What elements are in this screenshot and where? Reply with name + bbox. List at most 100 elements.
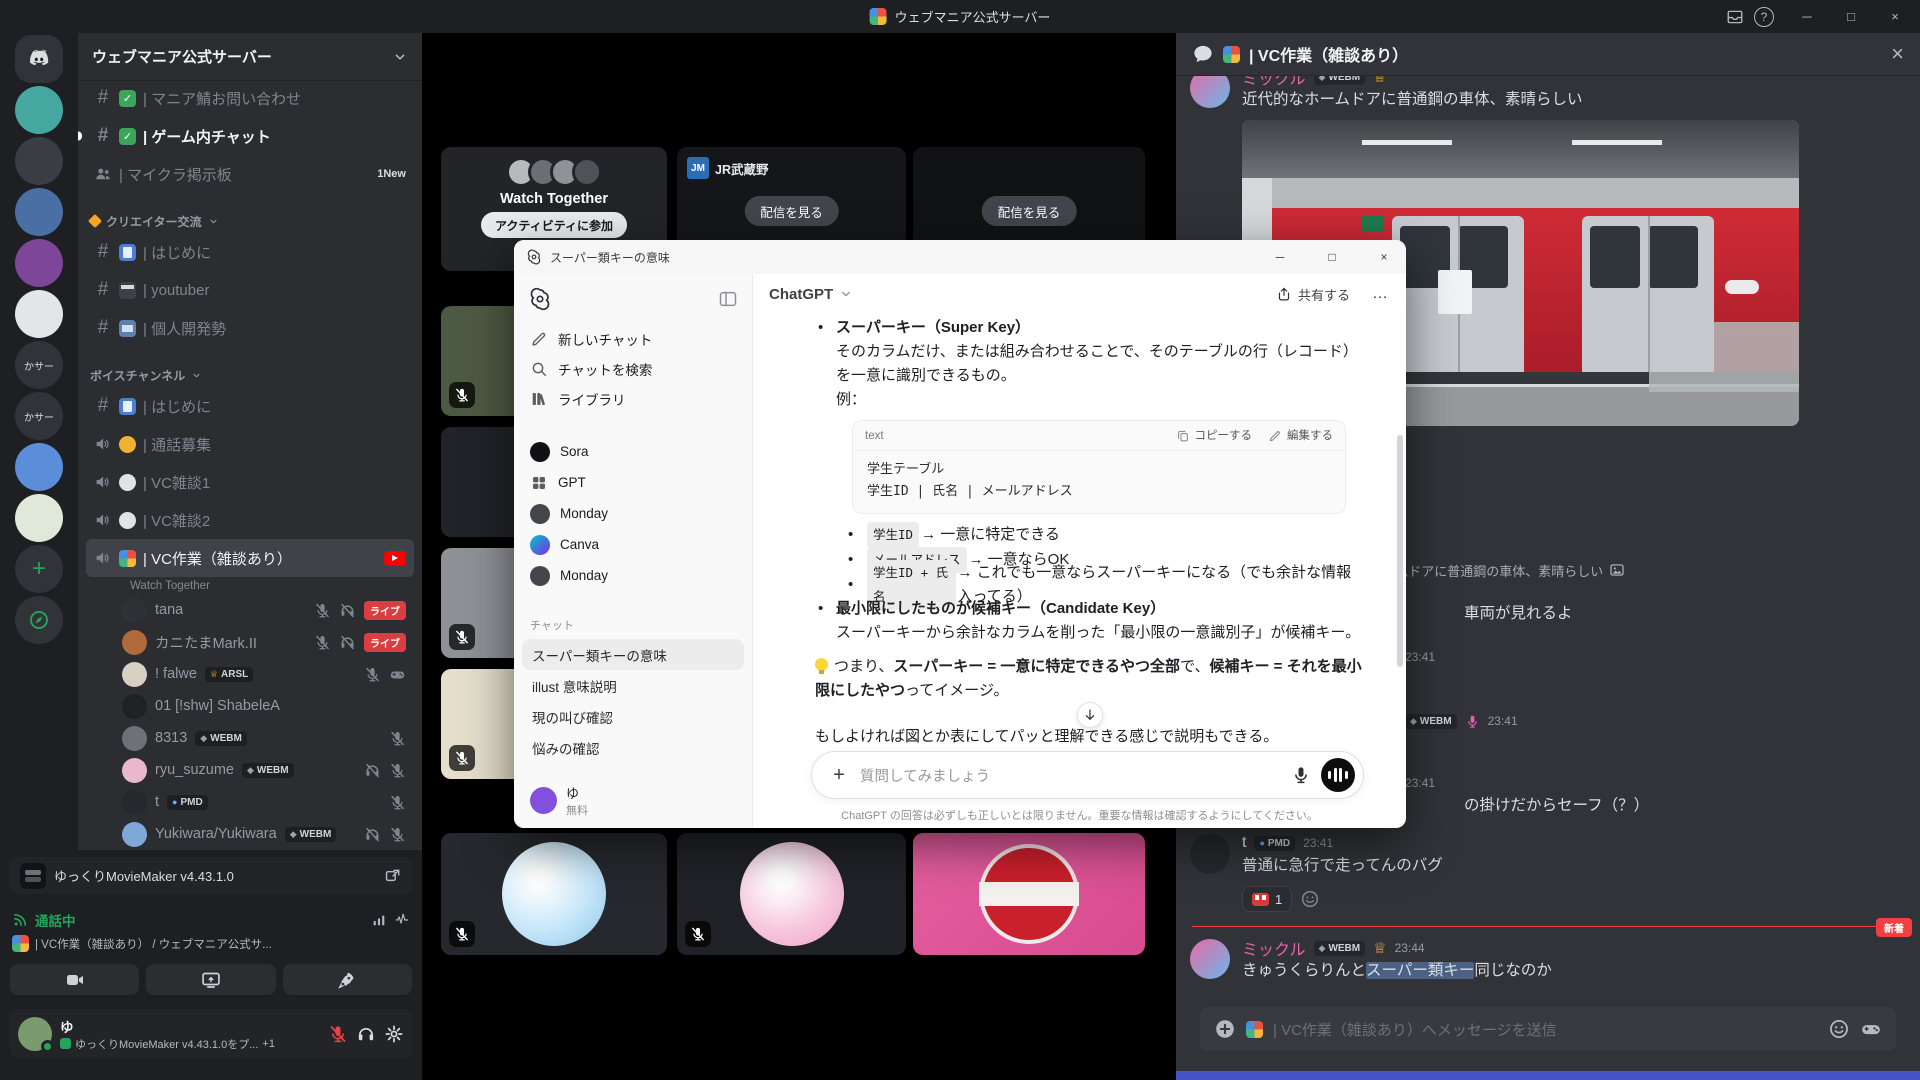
close-panel-button[interactable]: × — [1891, 41, 1904, 67]
voice-member[interactable]: 8313◆WEBM — [86, 722, 414, 754]
server-icon[interactable] — [15, 137, 63, 185]
deafen-button[interactable] — [356, 1024, 376, 1044]
chat-history-item[interactable]: 悩みの確認 — [522, 732, 744, 763]
sidebar-item-pencil[interactable]: 新しいチャット — [522, 324, 744, 354]
sidebar-app-canva[interactable]: Canva — [522, 529, 744, 560]
sidebar-app-gpt[interactable]: GPT — [522, 467, 744, 498]
server-icon[interactable] — [15, 239, 63, 287]
channel-item[interactable]: | 通話募集 — [86, 425, 414, 463]
settings-button[interactable] — [384, 1024, 404, 1044]
edit-code-button[interactable]: 編集する — [1268, 424, 1333, 448]
channel-item[interactable]: #| はじめに — [86, 387, 414, 425]
attach-button[interactable] — [1214, 1018, 1236, 1040]
minimize-button[interactable]: ─ — [1786, 0, 1828, 33]
voice-member[interactable]: t●PMD — [86, 786, 414, 818]
server-icon[interactable]: かサー — [15, 341, 63, 389]
close-button[interactable]: × — [1874, 0, 1916, 33]
close-button[interactable]: × — [1362, 240, 1406, 274]
chat-history-item[interactable]: スーパー類キーの意味 — [522, 639, 744, 670]
server-icon[interactable] — [15, 443, 63, 491]
channel-item[interactable]: | VC雑談2 — [86, 501, 414, 539]
screenshare-button[interactable] — [146, 964, 275, 995]
add-attachment-button[interactable]: + — [828, 764, 850, 787]
account-button[interactable]: ゆ 無料 — [522, 780, 744, 820]
message-input[interactable]: | VC作業（雑談あり）へメッセージを送信 — [1200, 1007, 1896, 1051]
minimize-button[interactable]: ─ — [1258, 240, 1302, 274]
explore-servers-button[interactable] — [15, 596, 63, 644]
voice-member[interactable]: カニたまMark.IIライブ — [86, 626, 414, 658]
voice-member[interactable]: 01 [!shw] ShabeleA — [86, 690, 414, 722]
maximize-button[interactable]: □ — [1830, 0, 1872, 33]
popout-icon[interactable] — [384, 867, 402, 885]
camera-button[interactable] — [10, 964, 139, 995]
voice-member[interactable]: ! falwe♕ARSL — [86, 658, 414, 690]
video-tile[interactable] — [677, 833, 906, 955]
server-header[interactable]: ウェブマニア公式サーバー — [78, 33, 422, 81]
sidebar-item-search[interactable]: チャットを検索 — [522, 354, 744, 384]
copy-code-button[interactable]: コピーする — [1176, 424, 1253, 448]
collapse-sidebar-icon[interactable] — [718, 289, 738, 309]
reaction-pill[interactable]: 1 — [1242, 886, 1292, 912]
chat-history-item[interactable]: 現の叫び確認 — [522, 701, 744, 732]
channel-item[interactable]: | VC作業（雑談あり） — [86, 539, 414, 577]
signal-icon[interactable] — [371, 912, 387, 928]
more-options-button[interactable]: … — [1372, 286, 1390, 302]
category-header[interactable]: クリエイター交流 — [86, 209, 414, 233]
gif-button[interactable] — [1860, 1018, 1882, 1040]
share-button[interactable]: 共有する — [1276, 285, 1350, 304]
dictate-button[interactable] — [1291, 765, 1311, 785]
maximize-button[interactable]: □ — [1310, 240, 1354, 274]
avatar[interactable] — [18, 1017, 52, 1051]
watch-stream-button[interactable]: 配信を見る — [744, 196, 839, 226]
join-activity-button[interactable]: アクティビティに参加 — [481, 212, 627, 238]
voice-member[interactable]: tanaライブ — [86, 594, 414, 626]
scrollbar[interactable] — [1397, 435, 1403, 667]
server-icon[interactable]: かサー — [15, 392, 63, 440]
channel-item[interactable]: #✓| マニア鯖お問い合わせ — [86, 79, 414, 117]
activities-button[interactable] — [283, 964, 412, 995]
avatar — [530, 787, 557, 814]
prompt-input[interactable]: + 質問してみましょう — [811, 751, 1364, 799]
mic-muted-icon — [364, 666, 381, 683]
sidebar-item-library[interactable]: ライブラリ — [522, 384, 744, 414]
badge-label: PMD — [1268, 838, 1290, 849]
category-header[interactable]: ボイスチャンネル — [86, 363, 414, 387]
activity-card[interactable]: ゆっくりMovieMaker v4.43.1.0 — [10, 857, 412, 894]
add-server-button[interactable]: + — [15, 545, 63, 593]
help-icon[interactable]: ? — [1754, 7, 1774, 27]
video-tile[interactable] — [913, 833, 1145, 955]
noise-suppression-icon[interactable] — [394, 912, 410, 928]
voice-member[interactable]: ryu_suzume◆WEBM — [86, 754, 414, 786]
channel-item[interactable]: #| はじめに — [86, 233, 414, 271]
server-icon[interactable] — [15, 86, 63, 134]
avatar[interactable] — [1190, 939, 1230, 979]
channel-item[interactable]: | マイクラ掲示板1New — [86, 155, 414, 193]
server-icon[interactable] — [15, 494, 63, 542]
author-name[interactable]: ミックル — [1242, 936, 1306, 960]
call-channel-row[interactable]: | VC作業（雑談あり） / ウェブマニア公式サ... — [12, 935, 410, 952]
chatgpt-titlebar[interactable]: スーパー類キーの意味 ─ □ × — [514, 240, 1406, 274]
sidebar-app-monday[interactable]: Monday — [522, 560, 744, 591]
author-name[interactable]: t — [1242, 834, 1246, 852]
watch-stream-button[interactable]: 配信を見る — [982, 196, 1077, 226]
channel-item[interactable]: #✓| ゲーム内チャット — [86, 117, 414, 155]
model-selector[interactable]: ChatGPT — [769, 286, 833, 303]
sidebar-app-sora[interactable]: Sora — [522, 436, 744, 467]
sidebar-app-monday[interactable]: Monday — [522, 498, 744, 529]
channel-item[interactable]: #| 個人開発勢 — [86, 309, 414, 347]
channel-item[interactable]: #| youtuber — [86, 271, 414, 309]
video-tile[interactable] — [441, 833, 667, 955]
avatar[interactable] — [1190, 76, 1230, 108]
home-button[interactable] — [15, 35, 63, 83]
avatar[interactable] — [1190, 834, 1230, 874]
channel-item[interactable]: | VC雑談1 — [86, 463, 414, 501]
scroll-to-bottom-button[interactable] — [1077, 702, 1103, 728]
server-icon[interactable] — [15, 188, 63, 236]
inbox-icon[interactable] — [1726, 8, 1744, 26]
chat-history-item[interactable]: illust 意味説明 — [522, 670, 744, 701]
server-icon[interactable] — [15, 290, 63, 338]
voice-member[interactable]: Yukiwara/Yukiwara◆WEBM — [86, 818, 414, 850]
mute-button[interactable] — [328, 1024, 348, 1044]
voice-mode-button[interactable] — [1321, 758, 1355, 792]
emoji-button[interactable] — [1828, 1018, 1850, 1040]
